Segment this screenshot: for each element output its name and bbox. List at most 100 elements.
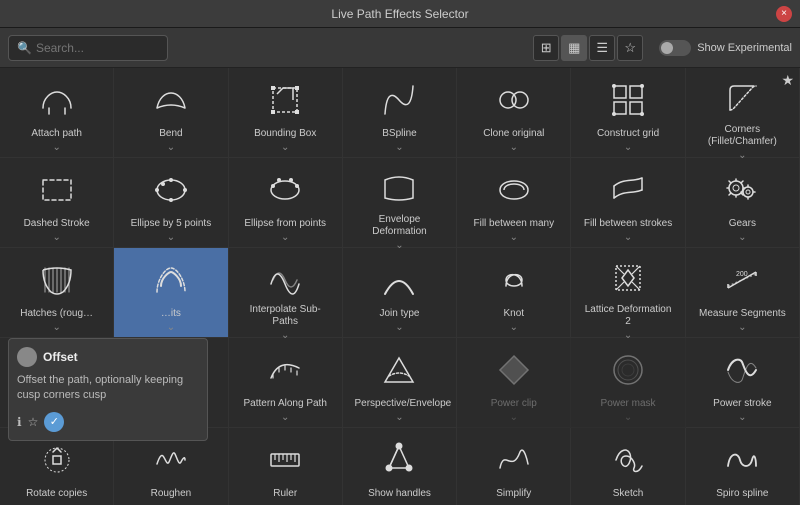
effect-knot-label: Knot	[503, 308, 524, 320]
simplify-icon	[490, 436, 538, 484]
effect-bend-label: Bend	[159, 128, 182, 140]
effect-simplify-label: Simplify	[496, 488, 531, 500]
effect-join-type[interactable]: Join type ⌄	[343, 248, 457, 338]
effect-knot[interactable]: Knot ⌄	[457, 248, 571, 338]
effect-lattice2[interactable]: Lattice Deformation 2 ⌄	[571, 248, 685, 338]
ruler-icon	[261, 436, 309, 484]
ellipse-5pts-icon	[147, 166, 195, 214]
offset-info-button[interactable]: ℹ	[17, 415, 22, 429]
effect-ellipse-pts-label: Ellipse from points	[244, 218, 326, 230]
effect-ruler[interactable]: Ruler ⌄	[229, 428, 343, 505]
join-type-icon	[375, 256, 423, 304]
effect-power-stroke-label: Power stroke	[713, 398, 771, 410]
effect-pattern-path[interactable]: Pattern Along Path ⌄	[229, 338, 343, 428]
offset-star-button[interactable]: ☆	[28, 415, 39, 429]
gears-icon	[718, 166, 766, 214]
effect-interpolate-sub[interactable]: Interpolate Sub-Paths ⌄	[229, 248, 343, 338]
svg-text:200: 200	[736, 271, 748, 278]
sketch-icon	[604, 436, 652, 484]
effect-hatches-label: Hatches (roug…	[20, 308, 93, 320]
effect-pattern-path-label: Pattern Along Path	[244, 398, 327, 410]
effect-power-mask[interactable]: Power mask ⌄	[571, 338, 685, 428]
show-handles-icon	[375, 436, 423, 484]
corners-icon	[718, 76, 766, 120]
effect-roughen-label: Roughen	[151, 488, 192, 500]
effect-offset-selected-label: …its	[161, 308, 181, 320]
effect-spiro-spline-label: Spiro spline	[716, 488, 768, 500]
fill-many-icon	[490, 166, 538, 214]
knot-icon	[490, 256, 538, 304]
effect-ellipse-5pts-label: Ellipse by 5 points	[131, 218, 212, 230]
effect-dashed-stroke[interactable]: Dashed Stroke ⌄	[0, 158, 114, 248]
effect-power-clip[interactable]: Power clip ⌄	[457, 338, 571, 428]
offset-popup: Offset Offset the path, optionally keepi…	[8, 338, 208, 441]
offset-popup-actions: ℹ ☆ ✓	[17, 412, 199, 432]
effect-bspline-label: BSpline	[382, 128, 416, 140]
offset-popup-description: Offset the path, optionally keeping cusp…	[17, 373, 199, 404]
effect-envelope-deform-label: Envelope Deformation	[354, 214, 444, 238]
effect-bspline[interactable]: BSpline ⌄	[343, 68, 457, 158]
measure-segments-icon: 200	[718, 256, 766, 304]
effect-lattice2-label: Lattice Deformation 2	[583, 304, 673, 328]
effect-spiro-spline[interactable]: Spiro spline ⌄	[686, 428, 800, 505]
offset-popup-header: Offset	[17, 347, 199, 367]
toggle-area: Show Experimental	[659, 40, 792, 56]
effect-measure-segments-label: Measure Segments	[699, 308, 786, 320]
bend-icon	[147, 76, 195, 124]
attach-path-icon	[33, 76, 81, 124]
effect-join-type-label: Join type	[379, 308, 419, 320]
experimental-toggle[interactable]	[659, 40, 691, 56]
bounding-box-icon	[261, 76, 309, 124]
effect-ellipse-pts[interactable]: Ellipse from points ⌄	[229, 158, 343, 248]
search-input[interactable]	[36, 41, 159, 55]
view-list-button[interactable]: ☰	[589, 35, 615, 61]
effect-power-mask-label: Power mask	[601, 398, 656, 410]
effect-measure-segments[interactable]: 200 Measure Segments ⌄	[686, 248, 800, 338]
view-grid-large-button[interactable]: ⊞	[533, 35, 559, 61]
effect-bounding-box-label: Bounding Box	[254, 128, 316, 140]
fill-strokes-icon	[604, 166, 652, 214]
power-mask-icon	[604, 346, 652, 394]
ellipse-pts-icon	[261, 166, 309, 214]
view-grid-small-button[interactable]: ▦	[561, 35, 587, 61]
search-icon: 🔍	[17, 41, 32, 55]
offset-apply-button[interactable]: ✓	[44, 412, 64, 432]
construct-grid-icon	[604, 76, 652, 124]
envelope-deform-icon	[375, 166, 423, 210]
rotate-copies-icon	[33, 436, 81, 484]
effect-bend[interactable]: Bend ⌄	[114, 68, 228, 158]
offset-selected-icon	[147, 256, 195, 304]
effect-sketch[interactable]: Sketch ⌄	[571, 428, 685, 505]
close-button[interactable]: ×	[776, 6, 792, 22]
clone-original-icon	[490, 76, 538, 124]
effect-clone-original[interactable]: Clone original ⌄	[457, 68, 571, 158]
dashed-stroke-icon	[33, 166, 81, 214]
effect-hatches[interactable]: Hatches (roug… ⌄	[0, 248, 114, 338]
effect-simplify[interactable]: Simplify ⌄	[457, 428, 571, 505]
effect-construct-grid[interactable]: Construct grid ⌄	[571, 68, 685, 158]
effect-envelope-deform[interactable]: Envelope Deformation ⌄	[343, 158, 457, 248]
effect-fill-strokes-label: Fill between strokes	[584, 218, 672, 230]
effect-fill-many[interactable]: Fill between many ⌄	[457, 158, 571, 248]
bspline-icon	[375, 76, 423, 124]
effect-offset-selected[interactable]: …its ⌄	[114, 248, 228, 338]
effect-power-clip-label: Power clip	[491, 398, 537, 410]
effect-power-stroke[interactable]: Power stroke ⌄	[686, 338, 800, 428]
effect-construct-grid-label: Construct grid	[597, 128, 659, 140]
effect-ellipse-5pts[interactable]: Ellipse by 5 points ⌄	[114, 158, 228, 248]
effect-gears[interactable]: Gears ⌄	[686, 158, 800, 248]
effect-show-handles[interactable]: Show handles ⌄	[343, 428, 457, 505]
offset-popup-circle-icon	[17, 347, 37, 367]
toolbar: 🔍 ⊞ ▦ ☰ ☆ Show Experimental	[0, 28, 800, 68]
effect-interpolate-sub-label: Interpolate Sub-Paths	[240, 304, 330, 328]
favorite-star-button[interactable]: ★	[781, 72, 794, 89]
interpolate-sub-icon	[261, 256, 309, 300]
effect-attach-path[interactable]: Attach path ⌄	[0, 68, 114, 158]
effect-rotate-copies-label: Rotate copies	[26, 488, 87, 500]
effect-fill-strokes[interactable]: Fill between strokes ⌄	[571, 158, 685, 248]
search-box[interactable]: 🔍	[8, 35, 168, 61]
effect-perspective[interactable]: Perspective/Envelope ⌄	[343, 338, 457, 428]
view-favorites-button[interactable]: ☆	[617, 35, 643, 61]
effect-bounding-box[interactable]: Bounding Box ⌄	[229, 68, 343, 158]
offset-popup-title: Offset	[43, 350, 78, 364]
